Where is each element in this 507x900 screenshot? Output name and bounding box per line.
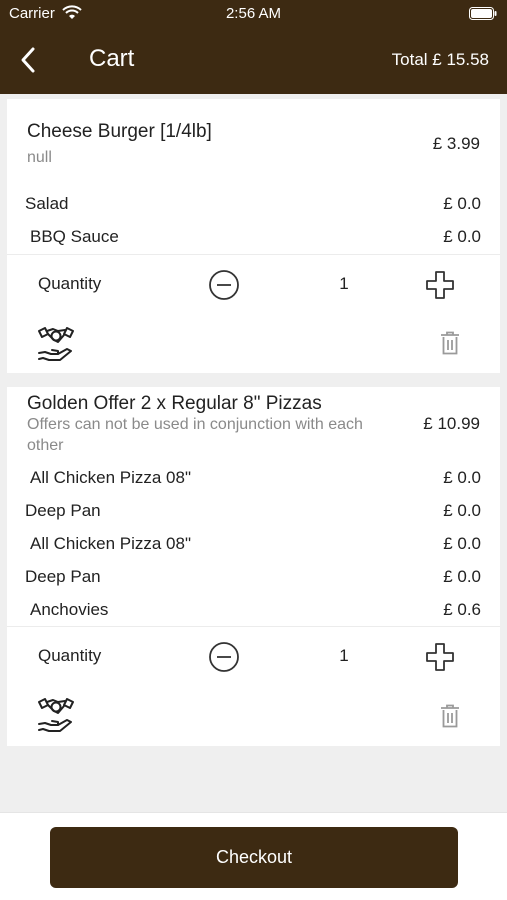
option-price: £ 0.0: [443, 468, 481, 487]
quantity-row: Quantity 1: [7, 254, 500, 314]
increase-quantity-icon[interactable]: [424, 269, 456, 301]
option-name: Deep Pan: [25, 501, 101, 520]
option-price: £ 0.0: [443, 194, 481, 213]
cart-item-card: Golden Offer 2 x Regular 8" Pizzas Offer…: [7, 387, 500, 746]
option-price: £ 0.6: [443, 600, 481, 619]
delete-icon[interactable]: [440, 331, 460, 355]
option-name: All Chicken Pizza 08": [30, 534, 191, 553]
checkout-button[interactable]: Checkout: [50, 827, 458, 888]
item-price: £ 10.99: [423, 414, 480, 433]
delete-icon[interactable]: [440, 704, 460, 728]
option-price: £ 0.0: [443, 227, 481, 246]
quantity-label: Quantity: [38, 274, 102, 293]
option-price: £ 0.0: [443, 501, 481, 520]
status-bar: Carrier 2:56 AM: [0, 5, 507, 23]
app-header: Carrier 2:56 AM Cart Total £ 15.58: [0, 0, 507, 94]
option-price: £ 0.0: [443, 534, 481, 553]
option-name: Salad: [25, 194, 69, 213]
item-name: Cheese Burger [1/4lb]: [27, 121, 212, 142]
battery-icon: [469, 7, 497, 20]
decrease-quantity-icon[interactable]: [208, 641, 240, 673]
option-name: Deep Pan: [25, 567, 101, 586]
cart-item-card: Cheese Burger [1/4lb] null £ 3.99 Salad …: [7, 99, 500, 373]
option-name: All Chicken Pizza 08": [30, 468, 191, 487]
offer-handshake-icon[interactable]: [36, 324, 76, 364]
quantity-value: 1: [339, 274, 349, 293]
quantity-value: 1: [339, 646, 349, 665]
item-name: Golden Offer 2 x Regular 8" Pizzas: [27, 393, 322, 414]
decrease-quantity-icon[interactable]: [208, 269, 240, 301]
item-description: Offers can not be used in conjunction wi…: [27, 416, 363, 454]
option-name: BBQ Sauce: [30, 227, 119, 246]
offer-handshake-icon[interactable]: [36, 695, 76, 735]
back-arrow-icon[interactable]: [18, 46, 38, 74]
item-price: £ 3.99: [432, 134, 480, 153]
page-title: Cart: [89, 45, 135, 72]
checkout-footer: Checkout: [0, 812, 507, 900]
option-name: Anchovies: [30, 600, 109, 619]
quantity-row: Quantity 1: [7, 626, 500, 686]
status-time: 2:56 AM: [225, 5, 282, 22]
quantity-label: Quantity: [38, 646, 102, 665]
item-description: null: [27, 149, 52, 166]
option-price: £ 0.0: [443, 567, 481, 586]
increase-quantity-icon[interactable]: [424, 641, 456, 673]
cart-total: Total £ 15.58: [391, 50, 489, 69]
